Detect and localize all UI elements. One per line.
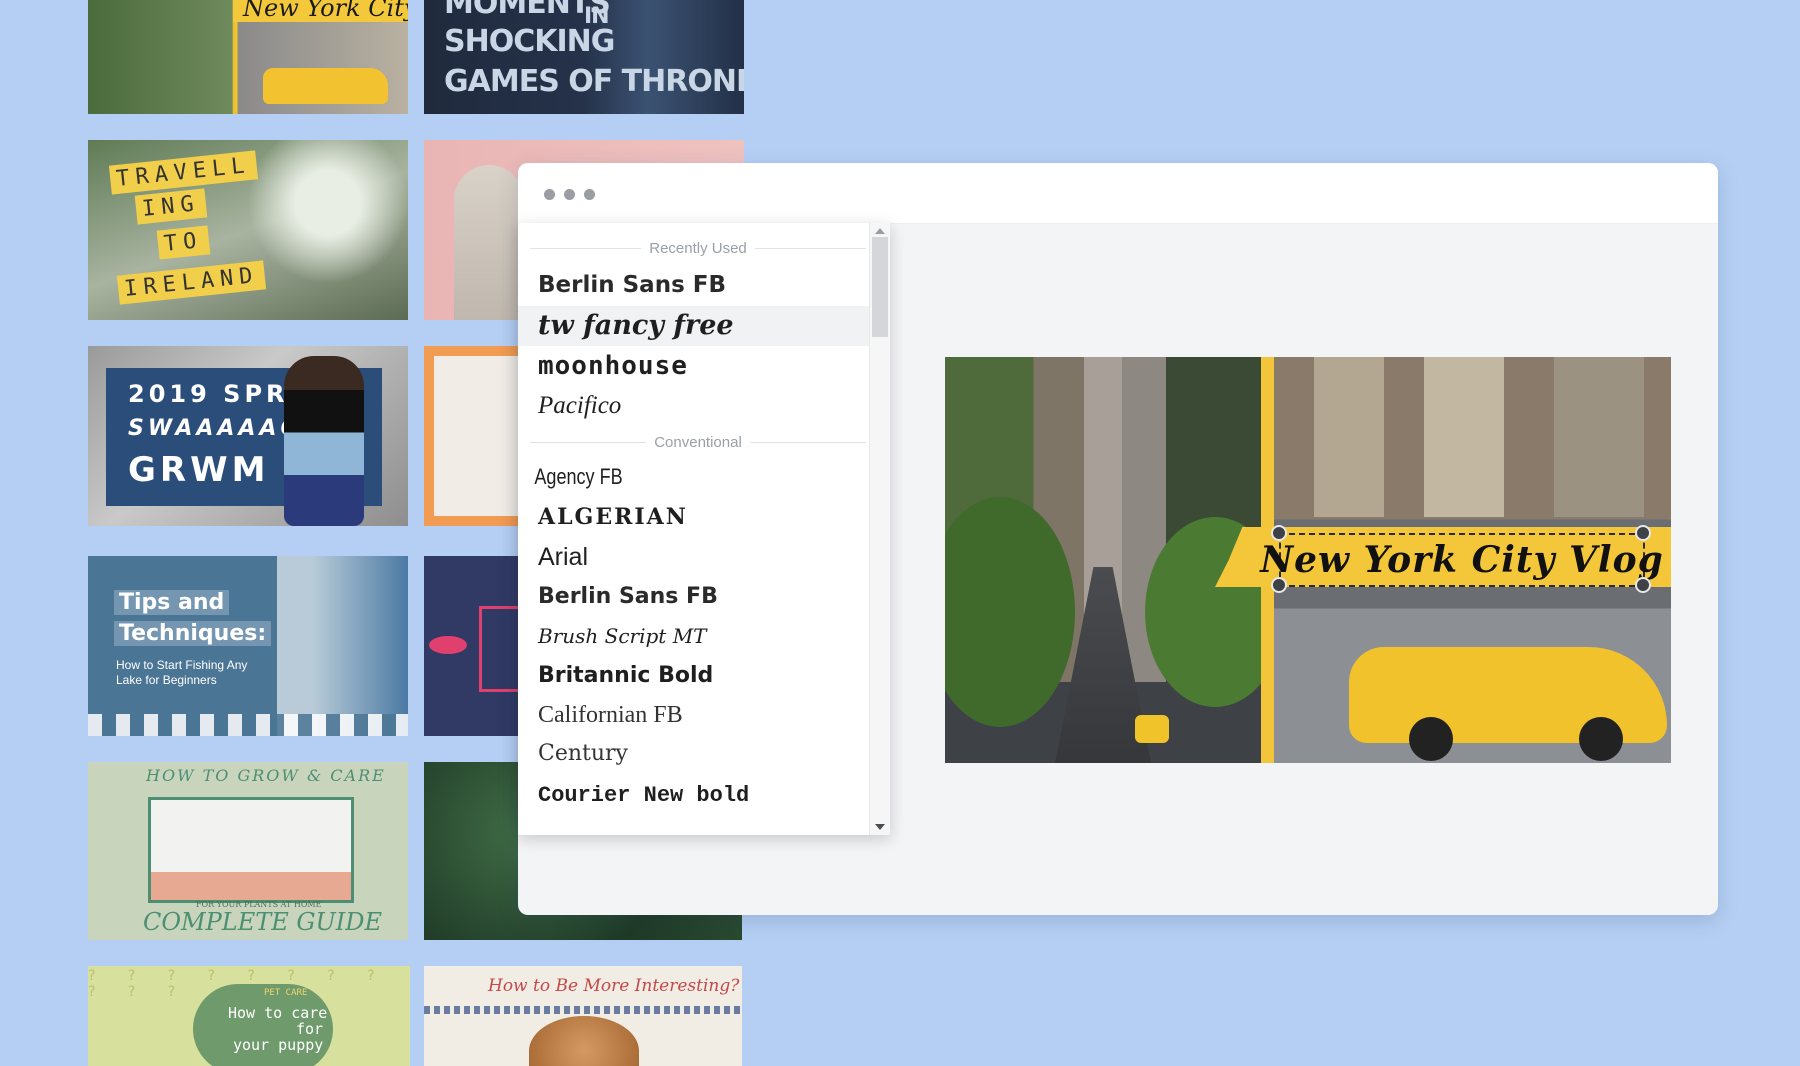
- scroll-up-icon[interactable]: [875, 228, 885, 234]
- room-photo: [148, 797, 354, 903]
- resize-handle-top-left[interactable]: [1271, 525, 1287, 541]
- tree-graphic: [945, 497, 1075, 727]
- template-title-line: IRELAND: [116, 260, 266, 305]
- template-thumbnail-nyc-vlog[interactable]: New York City Vlog: [88, 0, 408, 114]
- template-title-line: your puppy: [233, 1036, 324, 1054]
- template-title-line: Techniques:: [114, 621, 272, 646]
- template-subtitle-line: How to Start Fishing Any: [116, 658, 248, 672]
- template-thumbnail-be-interesting[interactable]: How to Be More Interesting?: [424, 966, 742, 1066]
- template-title-line: ING: [134, 188, 208, 225]
- font-option-berlin-sans-recent[interactable]: Berlin Sans FB: [518, 265, 874, 305]
- template-title-line: GRWM: [128, 450, 270, 490]
- template-subtitle-line: Lake for Beginners: [116, 673, 217, 687]
- selected-text-box[interactable]: New York City Vlog: [1260, 533, 1663, 587]
- wheel-graphic: [1579, 717, 1623, 761]
- font-option-britannic-bold[interactable]: Britannic Bold: [518, 656, 874, 696]
- font-option-californian-fb[interactable]: Californian FB: [518, 695, 874, 735]
- template-title-line: SWAAAAAG: [128, 416, 303, 441]
- wheel-graphic: [1409, 717, 1453, 761]
- font-option-algerian[interactable]: ALGERIAN: [518, 497, 874, 537]
- template-thumbnail-travel-ireland[interactable]: TRAVELL ING TO IRELAND: [88, 140, 408, 320]
- template-title-line: GAMES OF THRONES: [444, 64, 744, 99]
- building-graphic: [1554, 357, 1644, 517]
- template-title: New York City Vlog: [233, 0, 408, 22]
- template-footer: COMPLETE GUIDE: [143, 908, 383, 936]
- model-photo: [529, 1016, 639, 1066]
- template-title-line: TO: [156, 225, 210, 260]
- model-photo: [284, 356, 364, 526]
- font-option-pacifico[interactable]: Pacifico: [518, 386, 874, 426]
- window-dot-icon: [584, 189, 595, 200]
- resize-handle-bottom-right[interactable]: [1635, 577, 1651, 593]
- font-option-agency-fb[interactable]: Agency FB: [518, 457, 810, 497]
- template-thumbnail-spring-grwm[interactable]: 2019 SPRING SWAAAAAG GRWM: [88, 346, 408, 526]
- scroll-down-icon[interactable]: [875, 824, 885, 830]
- design-canvas[interactable]: New York City Vlog: [945, 357, 1671, 763]
- wave-pattern: [88, 714, 408, 736]
- resize-handle-top-right[interactable]: [1635, 525, 1651, 541]
- street-photo: [945, 357, 1285, 763]
- template-title-line: TRAVELL: [108, 150, 258, 195]
- lips-icon: [429, 636, 467, 654]
- window-dot-icon: [564, 189, 575, 200]
- taxi-graphic: [1349, 647, 1667, 761]
- section-header-recent: Recently Used: [530, 238, 866, 258]
- template-thumbnail-pet-care[interactable]: ? ? ? ? ? ? ? ? ? ? ? PET CARE How to ca…: [88, 966, 410, 1066]
- model-photo: [454, 165, 524, 320]
- template-thumbnail-game-of-thrones[interactable]: MOMENTS IN SHOCKING GAMES OF THRONES: [424, 0, 744, 114]
- font-option-courier-new-bold[interactable]: Courier New bold: [518, 776, 874, 816]
- stripe-divider: [424, 1006, 742, 1014]
- scrollbar-thumb[interactable]: [872, 237, 888, 337]
- template-thumbnail-plant-care[interactable]: HOW TO GROW & CARE FOR YOUR PLANTS AT HO…: [88, 762, 408, 940]
- font-option-arial[interactable]: Arial: [518, 537, 874, 577]
- window-dot-icon: [544, 189, 555, 200]
- font-option-berlin-sans-fb[interactable]: Berlin Sans FB: [518, 577, 874, 617]
- section-header-conventional: Conventional: [530, 432, 866, 452]
- template-title: How to Be More Interesting?: [488, 976, 740, 996]
- taxi-graphic: [1135, 715, 1169, 743]
- window-titlebar: [518, 163, 1718, 224]
- font-dropdown[interactable]: Recently Used Berlin Sans FB tw fancy fr…: [518, 223, 890, 835]
- font-option-tw-fancy-free[interactable]: tw fancy free: [518, 306, 874, 346]
- template-title-line: Tips and: [114, 590, 230, 615]
- taxi-image: [263, 68, 388, 104]
- template-title-line: SHOCKING: [444, 24, 615, 59]
- resize-handle-bottom-left[interactable]: [1271, 577, 1287, 593]
- font-option-moonhouse[interactable]: moonhouse: [518, 346, 874, 386]
- font-option-brush-script[interactable]: Brush Script MT: [518, 616, 874, 656]
- template-heading: HOW TO GROW & CARE: [146, 766, 386, 785]
- font-option-century[interactable]: Century: [518, 734, 874, 774]
- dropdown-scrollbar[interactable]: [869, 223, 890, 835]
- template-thumbnail-fishing-tips[interactable]: Tips and Techniques: How to Start Fishin…: [88, 556, 408, 736]
- template-label: PET CARE: [264, 988, 308, 998]
- building-graphic: [1314, 357, 1384, 517]
- building-graphic: [1424, 357, 1504, 517]
